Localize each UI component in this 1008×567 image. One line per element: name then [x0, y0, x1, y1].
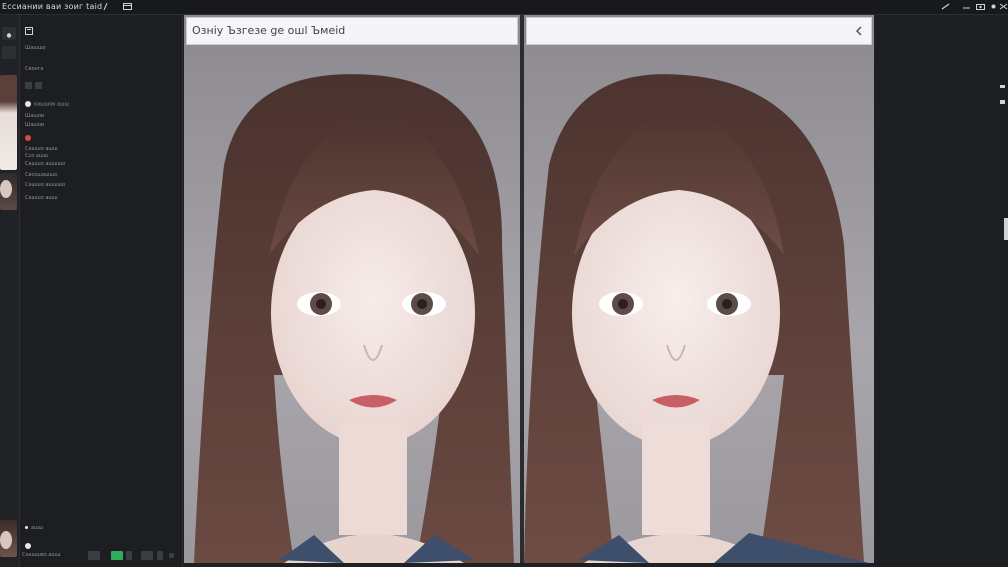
tool-button[interactable]	[2, 27, 16, 40]
properties-panel: Шашшо Свонга кашшов ашш Шашои Шашои Сашш…	[20, 15, 183, 567]
info-line: Сашшо ашшшо	[25, 161, 66, 167]
file-icon	[25, 27, 33, 35]
info-line: кашшов ашш	[25, 101, 69, 108]
toolbar-button[interactable]	[157, 551, 163, 560]
white-dot-icon	[25, 101, 31, 107]
tool-button[interactable]	[2, 46, 16, 59]
swatch-row[interactable]	[25, 82, 42, 89]
toolbar-button[interactable]	[126, 551, 132, 560]
red-dot-icon	[25, 135, 31, 141]
info-line: Сашшо ашшшо	[25, 182, 66, 188]
pen-icon[interactable]	[941, 3, 950, 10]
search-input[interactable]	[526, 17, 872, 45]
info-line: Шашшо	[25, 45, 46, 51]
record-icon	[6, 33, 12, 38]
scroll-handle[interactable]	[1004, 218, 1008, 240]
face-icon	[0, 531, 12, 549]
dot-icon[interactable]	[989, 3, 998, 10]
right-panel	[876, 15, 1008, 567]
left-image-view[interactable]: Озніу Ъзгезе ge ошl Ъмеіd	[184, 15, 520, 563]
info-line: ашш	[25, 525, 43, 531]
title-bar: Ессиании ваи зоиг taid	[0, 0, 1008, 15]
status-text: Саашшво ашш	[22, 552, 61, 558]
handle-icon[interactable]	[998, 85, 1006, 105]
info-line: Свсошашшо	[25, 172, 58, 178]
info-line: Ссо ашш	[25, 153, 49, 159]
info-line: Шашои	[25, 113, 45, 119]
panel-heading	[25, 27, 33, 35]
info-line: Сашшо ашш	[25, 146, 58, 152]
bottom-toolbar: Саашшво ашш	[20, 548, 182, 563]
right-image-view[interactable]	[524, 15, 874, 563]
info-line: Свонга	[25, 66, 44, 72]
window-icon[interactable]	[123, 3, 132, 10]
tool-strip	[0, 15, 20, 567]
minimize-icon[interactable]	[962, 3, 971, 10]
swatch[interactable]	[35, 82, 42, 89]
portrait-image	[524, 74, 869, 563]
info-line: Сашшо ашш	[25, 195, 58, 201]
info-line	[25, 135, 34, 141]
swatch[interactable]	[25, 82, 32, 89]
toolbar-button[interactable]	[169, 553, 174, 558]
camera-icon[interactable]	[976, 3, 985, 10]
image-thumbnail[interactable]	[0, 173, 17, 210]
toolbar-button[interactable]	[141, 551, 153, 560]
close-icon[interactable]	[999, 3, 1008, 10]
info-line: Шашои	[25, 122, 45, 128]
portrait-image	[194, 74, 514, 563]
image-thumbnail[interactable]	[0, 520, 17, 557]
chevron-left-icon[interactable]	[853, 25, 865, 37]
accept-button[interactable]	[111, 551, 123, 560]
search-input[interactable]: Озніу Ъзгезе ge ошl Ъмеіd	[186, 17, 518, 45]
image-thumbnail[interactable]	[0, 75, 17, 170]
toolbar-button[interactable]	[88, 551, 100, 560]
bullet-icon	[25, 526, 28, 529]
window-title: Ессиании ваи зоиг taid	[2, 2, 103, 11]
face-icon	[0, 180, 12, 198]
slash-icon[interactable]	[101, 3, 110, 10]
